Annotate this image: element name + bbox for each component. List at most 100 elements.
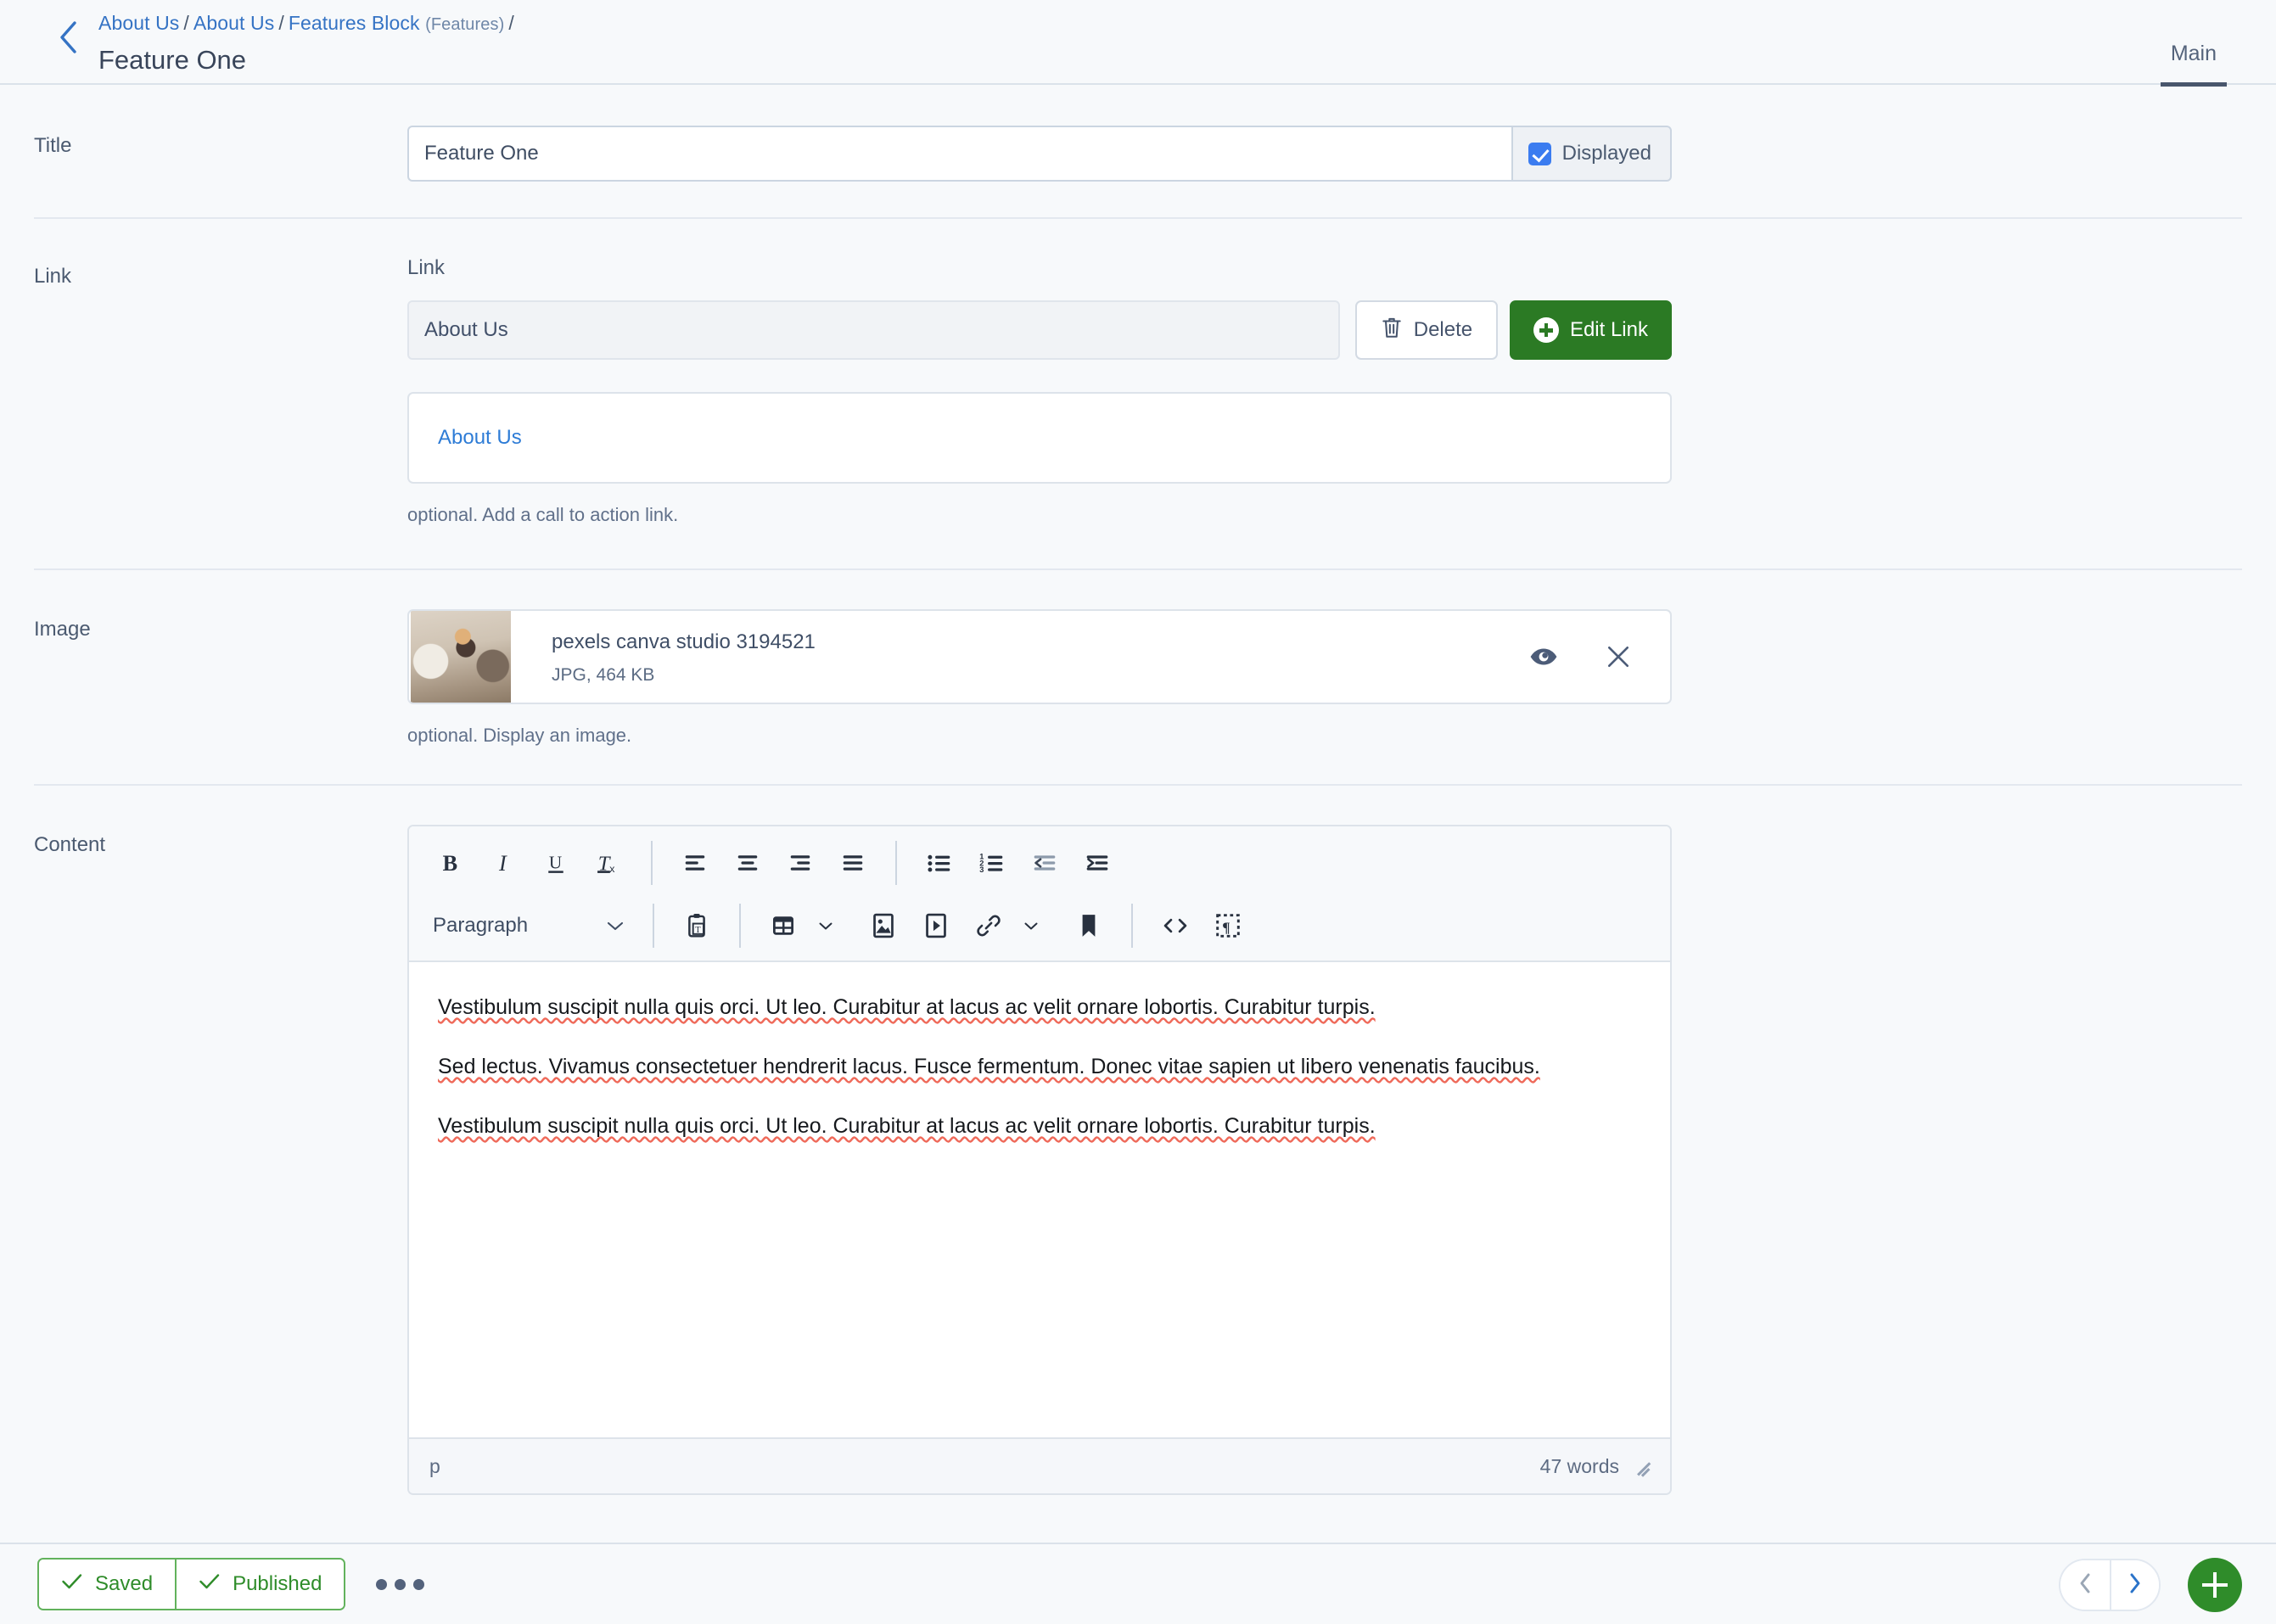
link-hint: optional. Add a call to action link. xyxy=(407,504,679,525)
back-button[interactable] xyxy=(42,0,93,80)
ellipsis-icon xyxy=(413,1578,425,1590)
show-blocks-button[interactable]: ¶ xyxy=(1202,899,1254,952)
underline-button[interactable]: U xyxy=(530,837,582,889)
ellipsis-icon xyxy=(395,1578,406,1590)
page-footer: Saved Published xyxy=(0,1543,2276,1624)
field-row-image: Image pexels canva studio 3194521 JPG, 4… xyxy=(0,570,2276,784)
align-right-button[interactable] xyxy=(774,837,827,889)
image-file-meta: pexels canva studio 3194521 JPG, 464 KB xyxy=(511,628,1529,686)
form-body: Title Displayed Link Link xyxy=(0,85,2276,1543)
saved-label: Saved xyxy=(95,1572,154,1595)
next-button[interactable] xyxy=(2110,1560,2159,1610)
field-label-title: Title xyxy=(34,134,72,157)
toolbar-separator-3 xyxy=(653,904,654,948)
paragraph-format-select[interactable]: Paragraph xyxy=(424,899,636,952)
link-control-row: About Us Delete Edit Link xyxy=(407,300,1672,360)
chevron-left-icon xyxy=(2077,1571,2093,1599)
align-left-button[interactable] xyxy=(669,837,721,889)
link-value-display: About Us xyxy=(407,300,1340,360)
svg-text:B: B xyxy=(443,851,458,876)
plus-circle-icon xyxy=(1533,317,1559,343)
editor-paragraph-1-text: Vestibulum suscipit nulla quis orci. Ut … xyxy=(438,995,1376,1019)
page-title: Feature One xyxy=(98,45,247,75)
bold-button[interactable]: B xyxy=(424,837,477,889)
preview-eye-icon[interactable] xyxy=(1529,646,1558,668)
link-sub-label: Link xyxy=(407,256,446,279)
svg-text:x: x xyxy=(609,863,615,875)
image-file-card: pexels canva studio 3194521 JPG, 464 KB xyxy=(407,609,1672,704)
paragraph-format-label: Paragraph xyxy=(433,914,529,937)
toolbar-row-2: Paragraph T ¶ xyxy=(409,894,1670,957)
chevron-right-icon xyxy=(2127,1571,2143,1599)
field-row-content: Content B I U T x 1 2 3 Paragraph T ¶ Ve… xyxy=(0,786,2276,1541)
title-input[interactable] xyxy=(407,126,1511,182)
bulleted-list-button[interactable] xyxy=(913,837,966,889)
breadcrumb-sep-2: / xyxy=(508,12,514,34)
published-status-button[interactable]: Published xyxy=(175,1560,345,1609)
paste-as-text-button[interactable]: T xyxy=(670,899,723,952)
editor-resize-handle[interactable] xyxy=(1633,1455,1655,1477)
header-text-block: About Us / About Us / Features Block (Featur… xyxy=(98,0,519,78)
published-label: Published xyxy=(233,1572,322,1595)
prev-button[interactable] xyxy=(2060,1560,2110,1610)
status-button-group: Saved Published xyxy=(37,1558,346,1610)
field-label-content: Content xyxy=(34,833,106,856)
tab-main[interactable]: Main xyxy=(2160,42,2228,87)
rich-text-editor: B I U Tx 1 2 3 Paragraph T ¶ Vestibulum … xyxy=(407,825,1672,1495)
displayed-checkbox[interactable] xyxy=(1528,142,1551,165)
align-center-button[interactable] xyxy=(721,837,774,889)
svg-text:I: I xyxy=(498,851,507,876)
field-row-title: Title Displayed xyxy=(0,85,2276,217)
chevron-left-icon xyxy=(57,20,79,55)
title-input-group: Displayed xyxy=(407,126,1672,182)
insert-media-button[interactable] xyxy=(910,899,962,952)
anchor-bookmark-button[interactable] xyxy=(1062,899,1115,952)
editor-status-right: 47 words xyxy=(1540,1455,1655,1478)
link-dropdown-caret[interactable] xyxy=(1020,899,1042,952)
trash-icon xyxy=(1381,316,1403,345)
field-col-image: pexels canva studio 3194521 JPG, 464 KB … xyxy=(407,609,2276,747)
table-dropdown-caret[interactable] xyxy=(815,899,837,952)
chevron-down-icon xyxy=(606,920,625,932)
breadcrumb-item-1[interactable]: About Us xyxy=(193,12,274,34)
app-root: About Us / About Us / Features Block (Featur… xyxy=(0,0,2276,1624)
outdent-button[interactable] xyxy=(1018,837,1071,889)
italic-button[interactable]: I xyxy=(477,837,530,889)
svg-text:T: T xyxy=(695,926,701,935)
editor-paragraph-2: Sed lectus. Vivamus consectetuer hendrer… xyxy=(438,1050,1641,1084)
footer-navigation xyxy=(2059,1544,2242,1624)
saved-status-button[interactable]: Saved xyxy=(39,1560,176,1609)
edit-link-button[interactable]: Edit Link xyxy=(1509,300,1672,360)
field-col-content: B I U Tx 1 2 3 Paragraph T ¶ Vestibulum … xyxy=(407,825,2276,1495)
editor-word-count: 47 words xyxy=(1539,1454,1619,1477)
link-preview-box: About Us xyxy=(407,392,1672,484)
add-button[interactable] xyxy=(2188,1558,2242,1612)
insert-image-button[interactable] xyxy=(857,899,910,952)
table-button[interactable] xyxy=(757,899,810,952)
breadcrumb: About Us / About Us / Features Block (Featur… xyxy=(98,10,519,37)
image-hint: optional. Display an image. xyxy=(407,725,632,746)
breadcrumb-item-2[interactable]: Features Block xyxy=(289,12,420,34)
displayed-checkbox-wrapper[interactable]: Displayed xyxy=(1511,126,1672,182)
check-icon xyxy=(61,1572,83,1597)
breadcrumb-item-0[interactable]: About Us xyxy=(98,12,179,34)
delete-link-button[interactable]: Delete xyxy=(1354,300,1498,360)
link-preview-anchor[interactable]: About Us xyxy=(438,426,522,450)
image-thumbnail[interactable] xyxy=(411,611,511,703)
more-options-button[interactable] xyxy=(376,1578,425,1590)
field-label-image: Image xyxy=(34,618,91,641)
source-code-button[interactable] xyxy=(1149,899,1202,952)
align-justify-button[interactable] xyxy=(827,837,879,889)
editor-element-path[interactable]: p xyxy=(429,1455,440,1478)
numbered-list-button[interactable]: 123 xyxy=(966,837,1018,889)
svg-text:U: U xyxy=(549,852,562,872)
breadcrumb-sep-1: / xyxy=(278,12,284,34)
editor-paragraph-3-text: Vestibulum suscipit nulla quis orci. Ut … xyxy=(438,1114,1376,1138)
link-button[interactable] xyxy=(962,899,1015,952)
remove-format-button[interactable]: Tx xyxy=(582,837,635,889)
editor-content-area[interactable]: Vestibulum suscipit nulla quis orci. Ut … xyxy=(409,962,1670,1437)
ellipsis-icon xyxy=(376,1578,388,1590)
indent-button[interactable] xyxy=(1071,837,1124,889)
remove-image-close-icon[interactable] xyxy=(1606,644,1631,669)
editor-status-bar: p 47 words xyxy=(409,1437,1670,1493)
